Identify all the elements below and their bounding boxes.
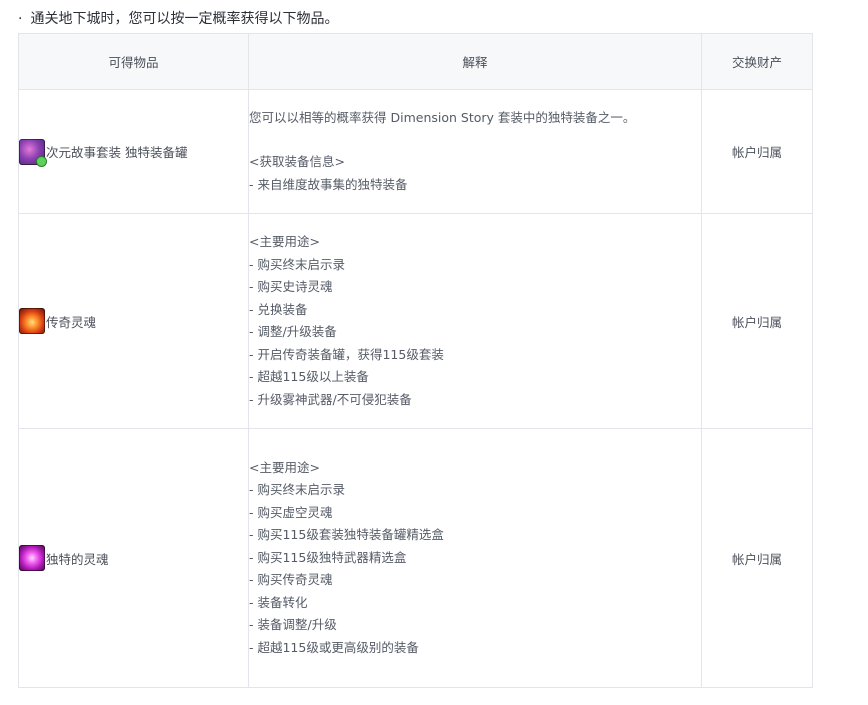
item-name: 次元故事套装 独特装备罐 xyxy=(46,145,188,160)
description-line: - 升级雾神武器/不可侵犯装备 xyxy=(249,391,412,407)
description-line: - 兑换装备 xyxy=(249,301,308,317)
description-line: - 购买史诗灵魂 xyxy=(249,279,333,294)
intro-sentence: 通关地下城时，您可以按一定概率获得以下物品。 xyxy=(30,11,339,27)
item-cell: 次元故事套装 独特装备罐 xyxy=(18,89,249,214)
table-row: 独特的灵魂 <主要用途> - 购买终末启示录 - 购买虚空灵魂 - 购买115级… xyxy=(18,428,813,688)
table-row: 次元故事套装 独特装备罐 您可以以相等的概率获得 Dimension Story… xyxy=(18,89,813,214)
table-header-row: 可得物品 解释 交换财产 xyxy=(18,33,813,90)
trade-property: 帐户归属 xyxy=(701,428,813,688)
description-line: <获取装备信息> xyxy=(249,154,345,170)
bullet: · xyxy=(18,11,23,27)
description-line: - 购买虚空灵魂 xyxy=(249,504,333,520)
description-line: - 购买传奇灵魂 xyxy=(249,572,333,588)
header-item: 可得物品 xyxy=(18,33,249,90)
description-line: - 装备调整/升级 xyxy=(249,617,337,633)
header-description: 解释 xyxy=(248,33,702,90)
table-row: 传奇灵魂 <主要用途> - 购买终末启示录 - 购买史诗灵魂 - 兑换装备 - … xyxy=(18,213,813,429)
description-line: - 购买115级独特武器精选盒 xyxy=(249,549,407,565)
drop-items-table: 可得物品 解释 交换财产 次元故事套装 独特装备罐 您可以以相等的概率获得 Di… xyxy=(18,33,813,688)
description-line: - 装备转化 xyxy=(249,594,308,610)
equipment-box-icon xyxy=(19,138,46,166)
description-line: <主要用途> xyxy=(249,459,320,475)
item-cell: 独特的灵魂 xyxy=(18,428,249,688)
description-cell: <主要用途> - 购买终末启示录 - 购买史诗灵魂 - 兑换装备 - 调整/升级… xyxy=(248,213,702,429)
item-cell: 传奇灵魂 xyxy=(18,213,249,429)
description-line: - 开启传奇装备罐，获得115级套装 xyxy=(249,346,444,362)
description-line: - 来自维度故事集的独特装备 xyxy=(249,176,408,192)
description-line: - 购买终末启示录 xyxy=(249,256,345,272)
description-line: 您可以以相等的概率获得 Dimension Story 套装中的独特装备之一。 xyxy=(249,109,636,125)
description-line: <主要用途> xyxy=(249,234,320,249)
trade-property: 帐户归属 xyxy=(701,213,813,429)
item-name: 独特的灵魂 xyxy=(46,551,109,567)
description-line: - 购买终末启示录 xyxy=(249,482,345,498)
description-line: - 超越115级以上装备 xyxy=(249,369,369,384)
description-cell: 您可以以相等的概率获得 Dimension Story 套装中的独特装备之一。 … xyxy=(248,89,702,214)
item-name: 传奇灵魂 xyxy=(46,314,97,330)
header-trade: 交换财产 xyxy=(701,33,813,90)
trade-property: 帐户归属 xyxy=(701,89,813,214)
description-line: - 超越115级或更高级别的装备 xyxy=(249,639,419,655)
unique-soul-icon xyxy=(19,545,45,571)
description-cell: <主要用途> - 购买终末启示录 - 购买虚空灵魂 - 购买115级套装独特装备… xyxy=(248,428,702,688)
description-line: - 购买115级套装独特装备罐精选盒 xyxy=(249,527,444,543)
description-line: - 调整/升级装备 xyxy=(249,324,337,339)
intro-text: · 通关地下城时，您可以按一定概率获得以下物品。 xyxy=(18,9,338,29)
legendary-soul-icon xyxy=(19,308,45,334)
